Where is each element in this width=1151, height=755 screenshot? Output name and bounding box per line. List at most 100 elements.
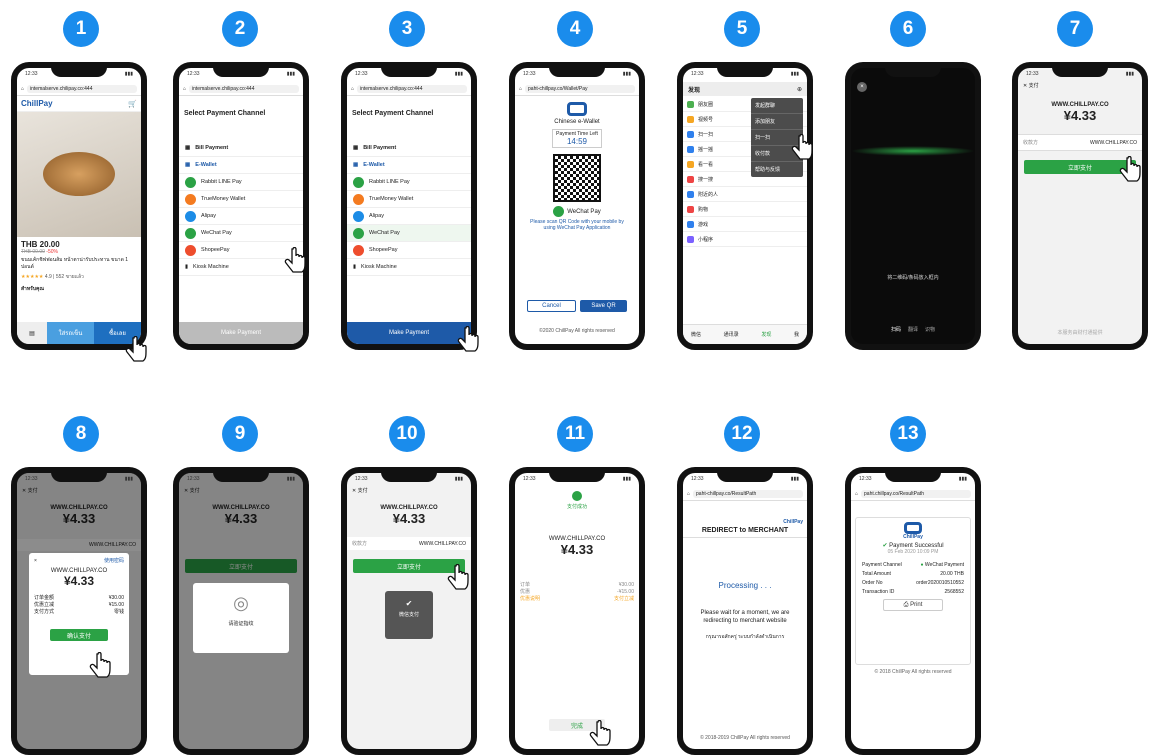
store-icon[interactable]: ▤ [17,322,47,344]
chillpay-logo: ChillPay [783,519,803,525]
discount-value: -¥15.00 [617,588,634,595]
url-text[interactable]: intemalserve.chilipay.co:444 [27,84,137,93]
rabbit-line-pay-option[interactable]: Rabbit LINE Pay [179,174,303,191]
games-row[interactable]: 游戏 [683,217,807,232]
payment-method-value[interactable]: 零钱 [114,608,124,615]
shopping-row[interactable]: 购物 [683,202,807,217]
make-payment-button[interactable]: Make Payment [347,322,471,344]
tap-hand-icon [284,247,306,273]
url-text[interactable]: paht-chillpay.co/ResultPath [693,489,803,498]
payee-value: WWW.CHILLPAY.CO [419,540,466,547]
tab-me[interactable]: 我 [794,331,799,338]
chillpay-logo: ChillPay [21,99,53,108]
step-badge-13: 13 [890,416,926,452]
mini-programs-row[interactable]: 小程序 [683,232,807,247]
wechat-pay-option[interactable]: WeChat Pay [179,225,303,242]
print-button[interactable]: ⎙ Print [883,599,943,611]
add-icon[interactable]: ⊕ [797,86,802,93]
bill-payment-row[interactable]: ▦ Bill Payment [179,140,303,157]
truemoney-option[interactable]: TrueMoney Wallet [179,191,303,208]
check-icon: ✔ [882,543,888,549]
discount-value: ¥15.00 [108,601,124,608]
payee-value: WWW.CHILLPAY.CO [1090,139,1137,146]
select-channel-title: Select Payment Channel [352,110,434,117]
phone-12-redirect: 12:33 ▮▮▮ ⌂ paht-chillpay.co/ResultPath Ch… [677,467,813,755]
add-to-cart-button[interactable]: ใส่รถเข็น [47,322,94,344]
url-text[interactable]: intemalserve.chilipay.co:444 [357,84,467,93]
scan-line [851,146,975,156]
cancel-button[interactable]: Cancel [527,300,576,312]
truemoney-option[interactable]: TrueMoney Wallet [347,191,471,208]
copyright: © 2018 ChillPay All rights reserved [874,669,952,675]
redirect-title: REDIRECT to MERCHANT [683,527,807,538]
tap-hand-icon [1119,156,1141,182]
step-badge-12: 12 [724,416,760,452]
step-badge-6: 6 [890,11,926,47]
step-badge-9: 9 [222,416,258,452]
tab-identify[interactable]: 识物 [925,326,935,333]
alipay-option[interactable]: Alipay [179,208,303,225]
rabbit-line-pay-option[interactable]: Rabbit LINE Pay [347,174,471,191]
order-amount-value: ¥30.00 [108,594,124,601]
confirm-dialog: × 使用密码 WWW.CHILLPAY.CO ¥4.33 订单金额 ¥30.00 … [29,553,129,675]
menu-group-chat[interactable]: 发起群聊 [751,98,803,114]
save-qr-button[interactable]: Save QR [580,300,627,312]
confirm-pay-button[interactable]: 确认支付 [50,629,108,641]
phone-3-wechat-selected: 12:33 ▮▮▮ ⌂ intemalserve.chilipay.co:444 S… [341,62,477,350]
step-badge-4: 4 [557,11,593,47]
dialog-close-icon[interactable]: × [34,558,37,564]
url-text[interactable]: paht-chillpay.co/Wallet/Pay [525,84,635,93]
step-badge-10: 10 [389,416,425,452]
promo-label: 优惠说明 [520,596,541,602]
ewallet-row[interactable]: ▦ E-Wallet [347,157,471,174]
chillpay-logo-icon [904,522,922,534]
step-badge-1: 1 [63,11,99,47]
url-text[interactable]: intemalserve.chilipay.co:444 [189,84,299,93]
chillpay-logo: ChillPay [903,534,923,540]
tab-discover[interactable]: 发现 [761,331,771,338]
use-password-link[interactable]: 使用密码 [104,557,124,564]
menu-help[interactable]: 帮助与反馈 [751,162,803,177]
fingerprint-icon[interactable]: ◎ [193,593,289,614]
footer-note: 本服务由财付通提供 [1057,330,1103,336]
old-price: THB 00.00 [21,249,45,255]
close-icon[interactable]: × [857,82,867,92]
ewallet-row[interactable]: ▦ E-Wallet [179,157,303,174]
tab-translate[interactable]: 翻译 [908,326,918,333]
alipay-option[interactable]: Alipay [347,208,471,225]
menu-add-contacts[interactable]: 添加朋友 [751,114,803,130]
amount: ¥4.33 [560,542,594,557]
product-description: ขนมเค้กชิฟฟอนส้ม หน้าตาน่ารับประทาน ขนาด… [21,257,129,270]
discount-label: 优惠 [520,589,531,595]
transaction-label: Transaction ID [862,589,895,595]
url-text[interactable]: paht.chillpay.co/ResultPath [861,489,971,498]
shopeepay-option[interactable]: ShopeePay [347,242,471,259]
step-badge-7: 7 [1057,11,1093,47]
make-payment-button[interactable]: Make Payment [179,322,303,344]
phone-7-wechat-pay: 12:33 ▮▮▮ ✕ 支付 WWW.CHILLPAY.CO ¥4.33 收款方 … [1012,62,1148,350]
cart-icon[interactable]: 🛒 [128,100,137,108]
wechat-pay-option[interactable]: WeChat Pay [347,225,471,242]
discount-label: 优惠立减 [34,602,55,608]
phone-1-product-page: 12:33 ▮▮▮ ⌂ intemalserve.chilipay.co:444 C… [11,62,147,350]
bill-payment-row[interactable]: ▦ Bill Payment [347,140,471,157]
tab-contacts[interactable]: 通讯录 [724,331,739,338]
order-amount-label: 订单金额 [34,595,55,601]
step-badge-2: 2 [222,11,258,47]
tab-chats[interactable]: 微信 [691,331,701,338]
copyright: ©2020 ChillPay All rights reserved [539,328,615,334]
back-button[interactable]: ✕ 支付 [347,487,471,494]
nearby-row[interactable]: 附近的人 [683,187,807,202]
scan-hint: 将二维码/条码放入框内 [887,275,939,281]
phone-2-payment-channel: 12:33 ▮▮▮ ⌂ intemalserve.chilipay.co:444 S… [173,62,309,350]
wechat-pay-icon: ✔ [405,599,413,608]
tap-hand-icon [447,564,469,590]
amount-label: Total Amount [862,571,891,577]
tab-scan-code[interactable]: 扫码 [891,326,901,333]
payee-label: 收款方 [352,541,368,547]
payee-label: 收款方 [1023,140,1039,146]
back-button[interactable]: ✕ 支付 [1018,82,1142,89]
phone-11-payment-success: 12:33 ▮▮▮ 支付成功 WWW.CHILLPAY.CO ¥4.33 订单 ¥3… [509,467,645,755]
step-badge-3: 3 [389,11,425,47]
kiosk-row[interactable]: ▮ Kiosk Machine [347,259,471,276]
